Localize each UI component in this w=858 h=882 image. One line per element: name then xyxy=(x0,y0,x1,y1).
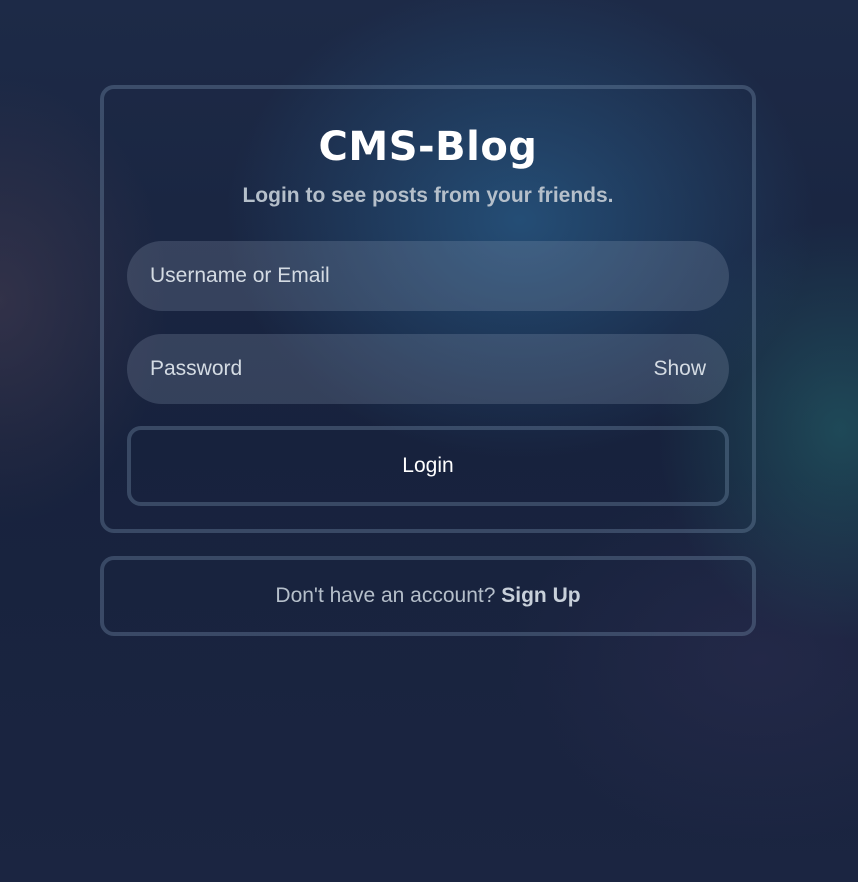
login-card: CMS-Blog Login to see posts from your fr… xyxy=(100,85,756,533)
login-button[interactable]: Login xyxy=(127,426,729,506)
signup-prompt: Don't have an account? xyxy=(275,584,502,607)
signup-card: Don't have an account? Sign Up xyxy=(100,556,756,636)
password-input[interactable] xyxy=(127,334,729,404)
signup-link[interactable]: Sign Up xyxy=(501,584,580,607)
username-input[interactable] xyxy=(127,241,729,311)
show-password-toggle[interactable]: Show xyxy=(653,334,706,404)
username-field xyxy=(127,241,729,311)
password-field: Show xyxy=(127,334,729,404)
login-tagline: Login to see posts from your friends. xyxy=(242,184,614,207)
brand-title: CMS-Blog xyxy=(318,124,538,170)
